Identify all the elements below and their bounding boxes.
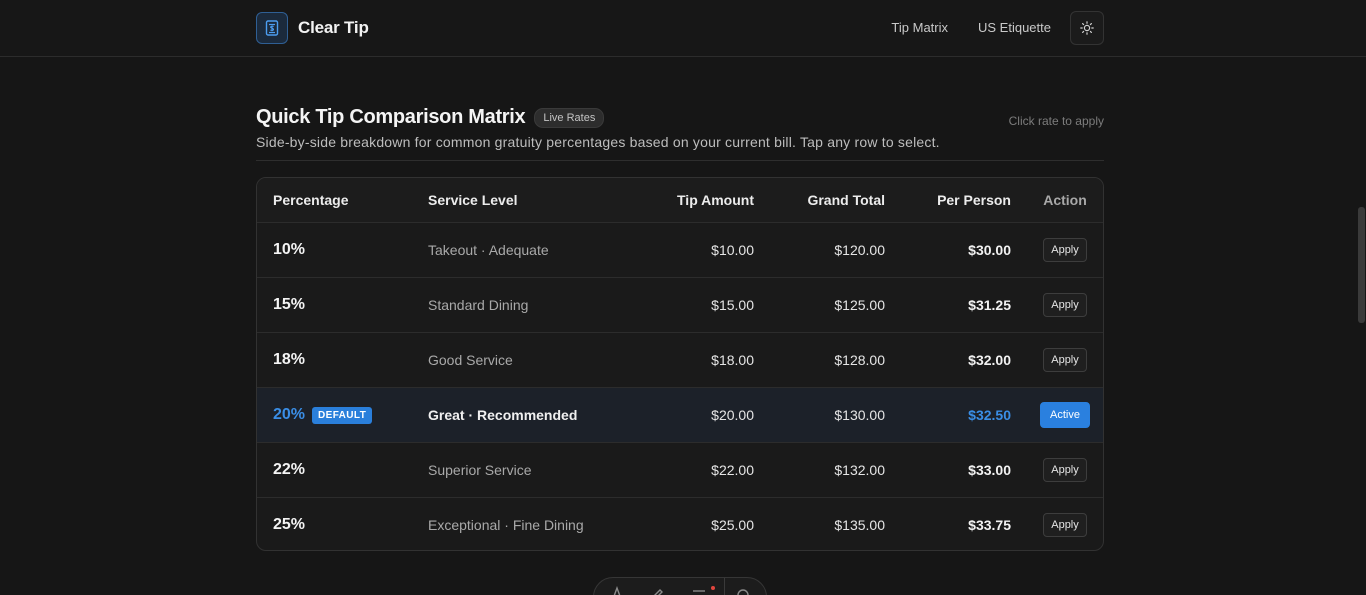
nav-tip-matrix[interactable]: Tip Matrix xyxy=(891,20,948,35)
row-tip-amount: $10.00 xyxy=(711,242,754,258)
receipt-icon xyxy=(256,12,288,44)
row-grand-total: $130.00 xyxy=(834,407,885,423)
apply-button[interactable]: Apply xyxy=(1043,293,1087,317)
col-service-level: Service Level xyxy=(428,192,518,208)
section-divider xyxy=(256,160,1104,161)
col-tip-amount: Tip Amount xyxy=(677,192,754,208)
page-scrollbar[interactable] xyxy=(1358,207,1365,323)
sun-icon xyxy=(1080,21,1094,35)
live-rates-badge: Live Rates xyxy=(534,107,605,128)
table-row[interactable]: 15% Standard Dining $15.00 $125.00 $31.2… xyxy=(257,278,1103,333)
row-percentage: 10% xyxy=(273,241,306,258)
row-grand-total: $128.00 xyxy=(834,352,885,368)
apply-button[interactable]: Apply xyxy=(1043,458,1087,482)
row-tip-amount: $25.00 xyxy=(711,516,754,533)
table-row-active[interactable]: 20% DEFAULT Great · Recommended $20.00 $… xyxy=(257,388,1103,443)
col-action: Action xyxy=(1043,192,1087,208)
brand-name: Clear Tip xyxy=(298,18,369,37)
theme-toggle-button[interactable] xyxy=(1070,11,1104,45)
pen-tool-icon[interactable] xyxy=(650,586,664,595)
row-per-person: $31.25 xyxy=(968,297,1011,313)
main-nav: Tip Matrix US Etiquette xyxy=(891,20,1051,35)
row-tip-amount: $15.00 xyxy=(711,297,754,313)
default-badge: DEFAULT xyxy=(312,406,373,424)
section-description: Side-by-side breakdown for common gratui… xyxy=(256,134,940,150)
apply-button[interactable]: Apply xyxy=(1043,512,1087,537)
row-percentage: 22% xyxy=(273,461,306,478)
apply-button[interactable]: Apply xyxy=(1043,238,1087,262)
notification-dot xyxy=(711,586,715,590)
row-service-level: Exceptional · Fine Dining xyxy=(428,516,584,533)
row-per-person: $33.00 xyxy=(968,462,1011,478)
section-title-row: Quick Tip Comparison Matrix Live Rates xyxy=(256,106,605,129)
row-grand-total: $120.00 xyxy=(834,242,885,258)
top-bar: Clear Tip Tip Matrix US Etiquette xyxy=(0,0,1366,57)
row-tip-amount: $20.00 xyxy=(711,407,754,423)
row-service-level: Great · Recommended xyxy=(428,407,578,423)
row-per-person: $32.50 xyxy=(968,407,1011,423)
apply-button[interactable]: Apply xyxy=(1043,348,1087,372)
dock-divider xyxy=(724,578,725,595)
bottom-dock xyxy=(593,577,767,595)
col-per-person: Per Person xyxy=(937,192,1011,208)
row-tip-amount: $18.00 xyxy=(711,352,754,368)
list-tool-icon[interactable] xyxy=(692,586,708,595)
nav-us-etiquette[interactable]: US Etiquette xyxy=(978,20,1051,35)
col-percentage: Percentage xyxy=(273,192,349,208)
row-grand-total: $135.00 xyxy=(834,516,885,533)
row-service-level: Good Service xyxy=(428,352,513,368)
row-service-level: Takeout · Adequate xyxy=(428,242,549,258)
row-grand-total: $132.00 xyxy=(834,462,885,478)
row-grand-total: $125.00 xyxy=(834,297,885,313)
table-row[interactable]: 18% Good Service $18.00 $128.00 $32.00 A… xyxy=(257,333,1103,388)
row-percentage: 18% xyxy=(273,351,306,368)
section-title: Quick Tip Comparison Matrix xyxy=(256,106,526,128)
brand[interactable]: Clear Tip xyxy=(256,12,369,44)
table-header: Percentage Service Level Tip Amount Gran… xyxy=(257,178,1103,223)
row-per-person: $32.00 xyxy=(968,352,1011,368)
table-row[interactable]: 10% Takeout · Adequate $10.00 $120.00 $3… xyxy=(257,223,1103,278)
row-per-person: $30.00 xyxy=(968,242,1011,258)
row-per-person: $33.75 xyxy=(968,516,1011,533)
table-row[interactable]: 25% Exceptional · Fine Dining $25.00 $13… xyxy=(257,498,1103,550)
row-percentage: 25% xyxy=(273,515,306,533)
table-row[interactable]: 22% Superior Service $22.00 $132.00 $33.… xyxy=(257,443,1103,498)
col-grand-total: Grand Total xyxy=(807,192,885,208)
tip-matrix-table: Percentage Service Level Tip Amount Gran… xyxy=(256,177,1104,551)
row-percentage: 20% xyxy=(273,406,306,423)
row-service-level: Superior Service xyxy=(428,462,532,478)
apply-hint: Click rate to apply xyxy=(1008,114,1104,128)
row-service-level: Standard Dining xyxy=(428,297,529,313)
text-tool-icon[interactable] xyxy=(610,586,624,595)
row-tip-amount: $22.00 xyxy=(711,462,754,478)
settings-icon[interactable] xyxy=(735,586,751,595)
row-percentage: 15% xyxy=(273,296,306,313)
active-button[interactable]: Active xyxy=(1040,402,1090,428)
